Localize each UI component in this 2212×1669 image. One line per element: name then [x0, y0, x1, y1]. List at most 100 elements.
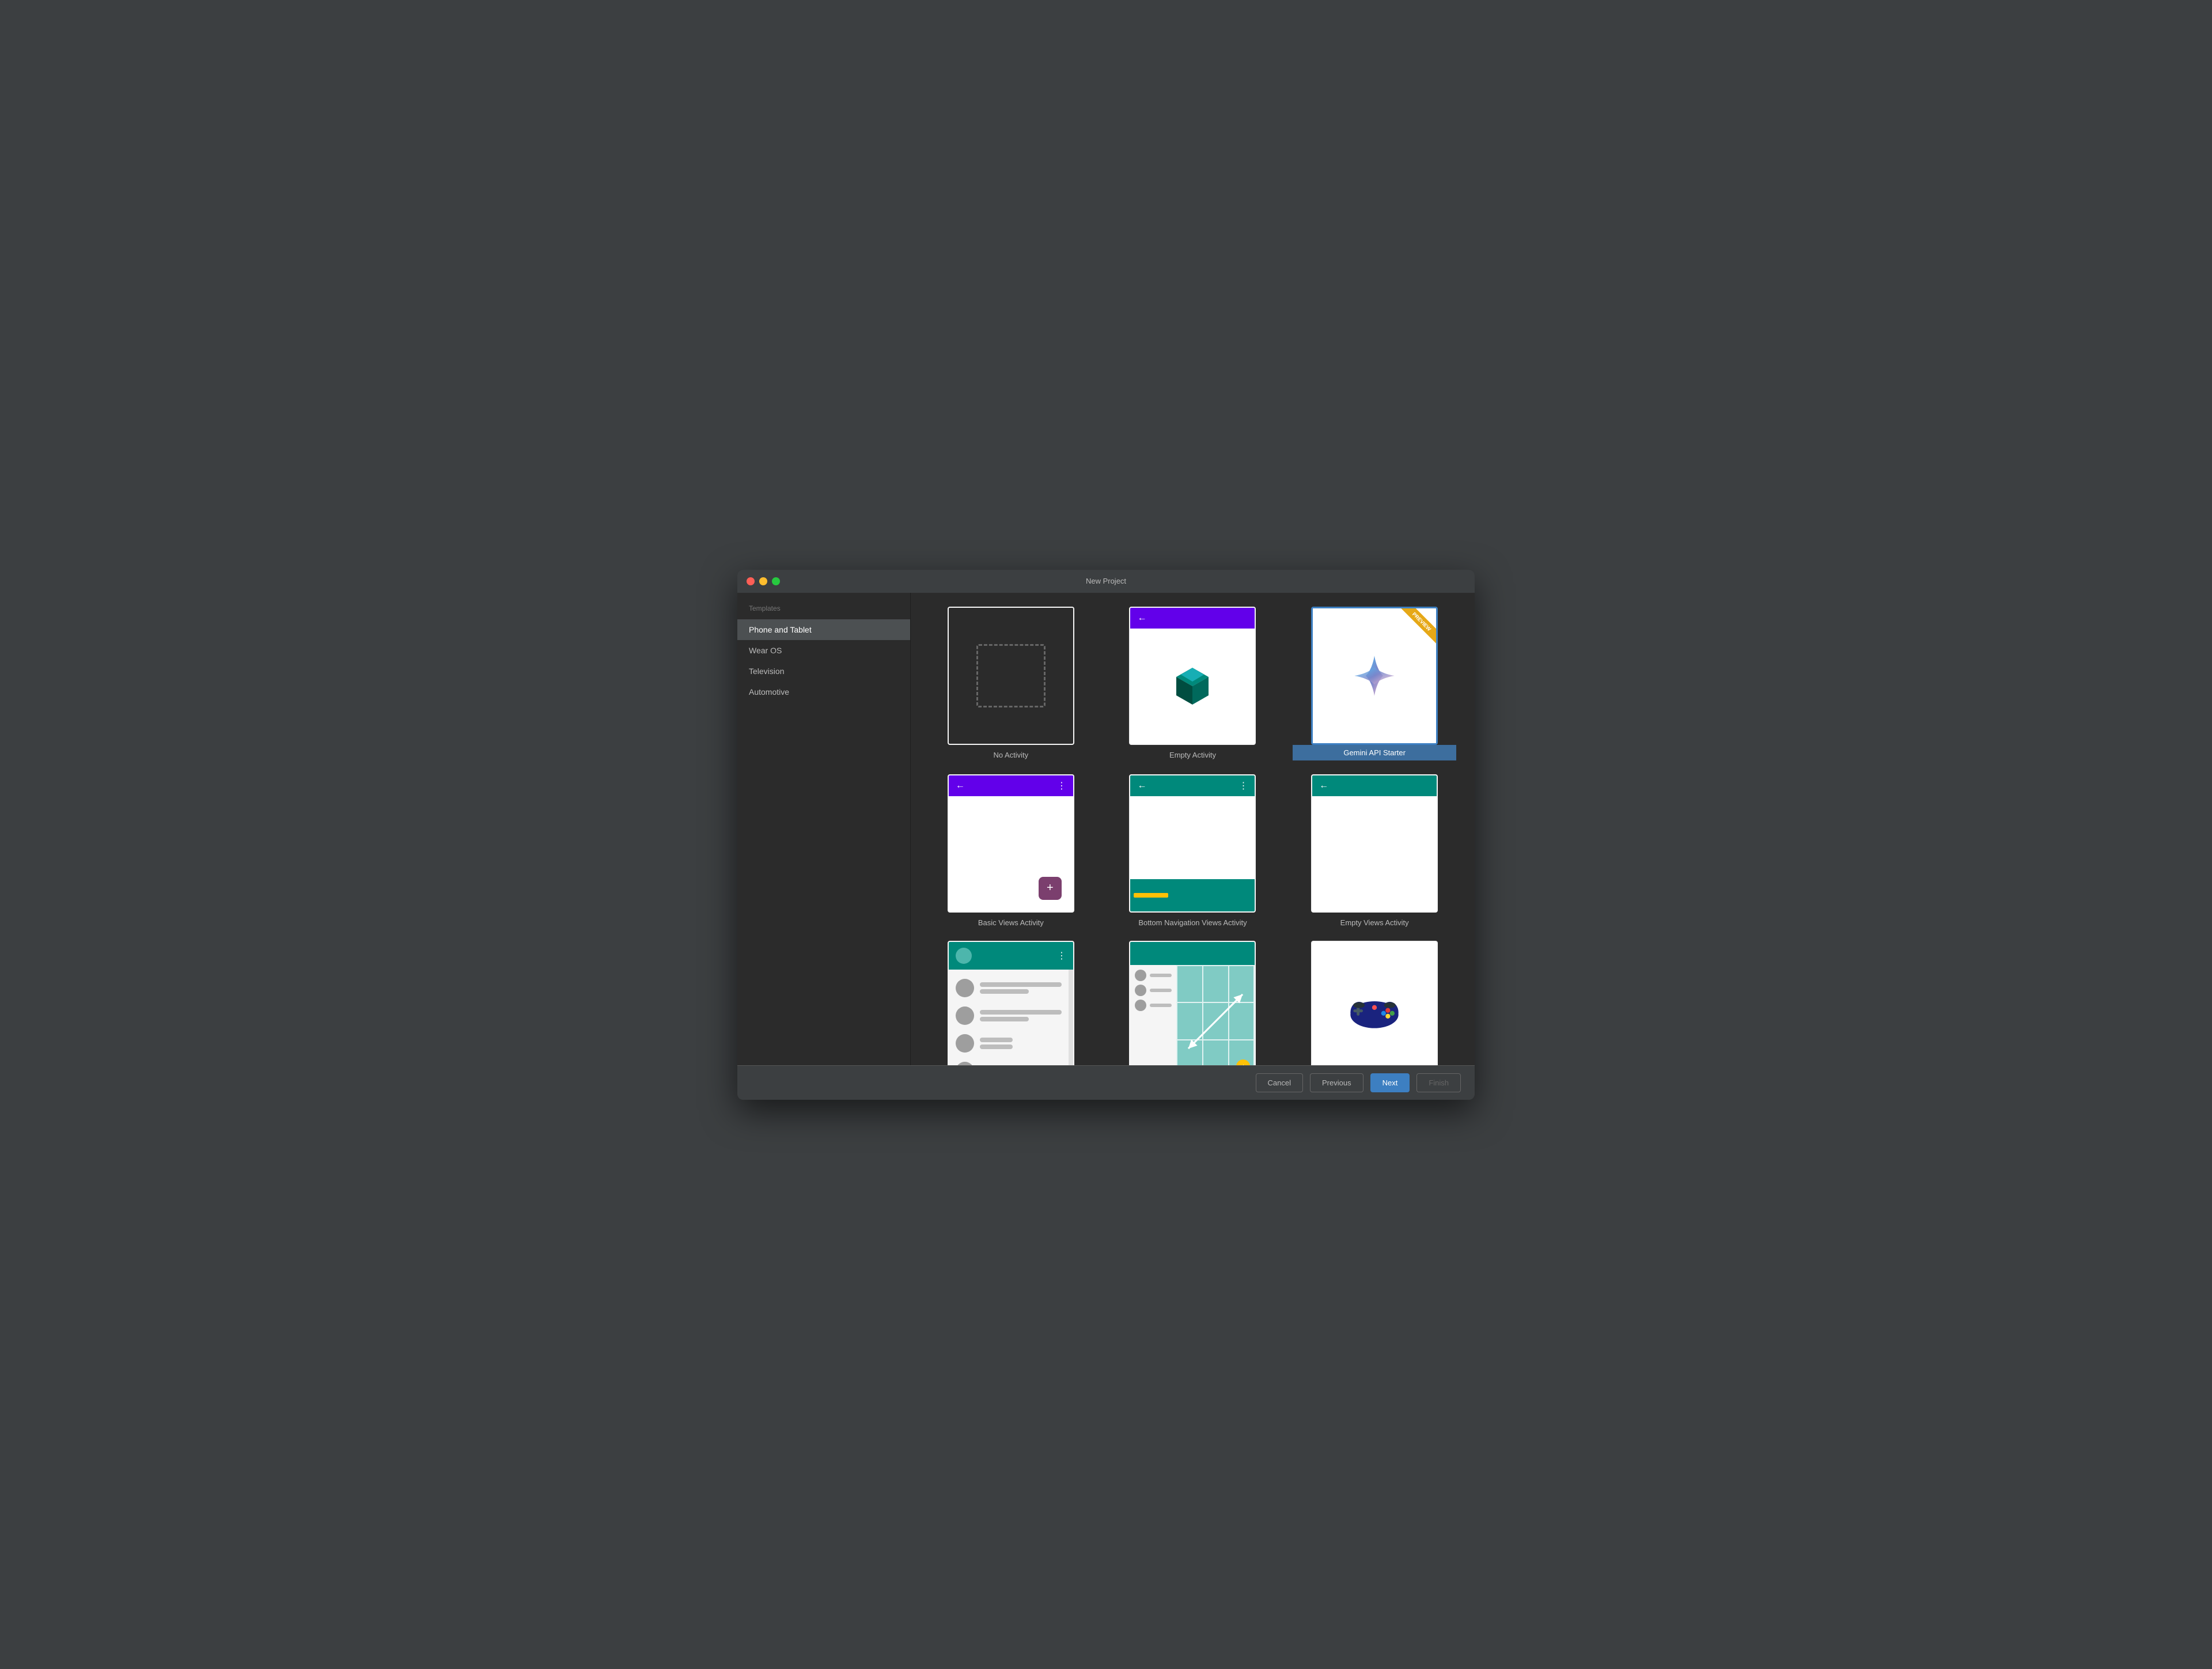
teal-top-bar	[1130, 942, 1255, 965]
settings-list-item-4	[953, 1057, 1064, 1065]
template-preview-empty-views: ←	[1311, 774, 1438, 913]
bottom-nav-item	[1130, 879, 1172, 911]
grid-left-item-2	[1135, 985, 1172, 996]
phone-topbar-empty-views: ←	[1312, 775, 1437, 796]
grid-body: +	[1130, 965, 1255, 1065]
text-line-shorter-2	[980, 1044, 1013, 1049]
phone-topbar-bottom-nav: ← ⋮	[1130, 775, 1255, 796]
settings-preview: ⋮	[949, 942, 1073, 1065]
selected-label-bar: Gemini API Starter	[1293, 745, 1456, 760]
bottom-nav-bar	[1130, 879, 1255, 911]
settings-list-item-1	[953, 974, 1064, 1002]
phone-preview-empty-views: ←	[1312, 775, 1437, 911]
no-activity-preview	[949, 608, 1073, 744]
minimize-button[interactable]	[759, 577, 767, 585]
template-label-basic-views: Basic Views Activity	[978, 918, 1044, 927]
main-window: New Project Templates Phone and Tablet W…	[737, 570, 1475, 1100]
template-preview-nav-drawer: ⋮	[948, 941, 1074, 1065]
template-label-empty-views: Empty Views Activity	[1340, 918, 1409, 927]
finish-button[interactable]: Finish	[1416, 1073, 1461, 1092]
next-button[interactable]: Next	[1370, 1073, 1410, 1092]
template-no-activity[interactable]: No Activity	[929, 607, 1093, 760]
phone-preview-empty: ←	[1130, 608, 1255, 744]
game-preview	[1312, 942, 1437, 1065]
back-arrow-basic-icon: ←	[956, 781, 965, 791]
template-nav-drawer[interactable]: ⋮	[929, 941, 1093, 1065]
templates-grid: No Activity ←	[911, 593, 1475, 1065]
settings-list-item-3	[953, 1030, 1064, 1057]
bottom-nav-item-2	[1172, 879, 1213, 911]
phone-preview-basic: ← ⋮ +	[949, 775, 1073, 911]
template-preview-empty-activity: ←	[1129, 607, 1256, 745]
footer: Cancel Previous Next Finish	[737, 1065, 1475, 1100]
settings-menu-icon: ⋮	[1057, 950, 1066, 962]
sidebar-label: Templates	[737, 602, 910, 619]
cancel-button[interactable]: Cancel	[1256, 1073, 1303, 1092]
window-buttons	[747, 577, 780, 585]
template-basic-views[interactable]: ← ⋮ + Basic Views Activity	[929, 774, 1093, 927]
sidebar-item-automotive[interactable]: Automotive	[737, 682, 910, 702]
preview-banner-text: PREVIEW	[1400, 608, 1436, 644]
avatar-1	[956, 979, 974, 997]
preview-banner: PREVIEW	[1396, 608, 1436, 649]
settings-list-item-2	[953, 1002, 1064, 1030]
settings-header: ⋮	[949, 942, 1073, 970]
dashed-rect	[976, 644, 1046, 707]
sidebar-item-phone-tablet[interactable]: Phone and Tablet	[737, 619, 910, 640]
phone-body-basic: +	[949, 796, 1073, 911]
gamepad-icon	[1346, 987, 1403, 1033]
template-empty-views[interactable]: ← Empty Views Activity	[1293, 774, 1456, 927]
gemini-star-icon	[1351, 653, 1397, 699]
back-arrow-empty-views-icon: ←	[1319, 781, 1328, 791]
back-arrow-bottom-nav-icon: ←	[1137, 781, 1146, 791]
sidebar-item-television[interactable]: Television	[737, 661, 910, 682]
text-lines-2	[980, 1010, 1062, 1021]
template-preview-game	[1311, 941, 1438, 1065]
sidebar-item-wear-os[interactable]: Wear OS	[737, 640, 910, 661]
text-line-short	[980, 989, 1029, 994]
maximize-button[interactable]	[772, 577, 780, 585]
grid-left-panel	[1130, 965, 1176, 1065]
text-line-2	[980, 1010, 1062, 1015]
fab-icon: +	[1039, 877, 1062, 900]
grid-left-item-3	[1135, 1000, 1172, 1011]
text-lines-1	[980, 982, 1062, 994]
text-line-short-2	[980, 1017, 1029, 1021]
grid-preview: +	[1130, 942, 1255, 1065]
phone-body-bottom-nav	[1130, 796, 1255, 879]
template-game-activity[interactable]: Game Activity	[1293, 941, 1456, 1065]
template-label-no-activity: No Activity	[993, 751, 1028, 759]
phone-body-empty	[1130, 629, 1255, 744]
template-gemini-api-starter[interactable]: PREVIEW Gemini API Starter	[1293, 607, 1456, 760]
grid-main-area: +	[1176, 965, 1255, 1065]
grid-left-item-1	[1135, 970, 1172, 981]
phone-body-empty-views	[1312, 796, 1437, 911]
phone-preview-bottom-nav: ← ⋮	[1130, 775, 1255, 911]
phone-topbar-basic: ← ⋮	[949, 775, 1073, 796]
text-line	[980, 982, 1062, 987]
nav-indicator	[1134, 893, 1168, 898]
titlebar: New Project	[737, 570, 1475, 593]
bottom-nav-item-3	[1213, 879, 1255, 911]
template-empty-activity[interactable]: ←	[1111, 607, 1275, 760]
template-label-bottom-nav: Bottom Navigation Views Activity	[1138, 918, 1247, 927]
text-lines-3	[980, 1038, 1062, 1049]
main-area: No Activity ←	[910, 593, 1475, 1065]
template-label-empty-activity: Empty Activity	[1169, 751, 1216, 759]
template-bottom-nav[interactable]: ← ⋮	[1111, 774, 1275, 927]
previous-button[interactable]: Previous	[1310, 1073, 1363, 1092]
menu-bottom-nav-icon: ⋮	[1238, 780, 1248, 792]
close-button[interactable]	[747, 577, 755, 585]
avatar-4	[956, 1062, 974, 1065]
template-preview-responsive: +	[1129, 941, 1256, 1065]
avatar-3	[956, 1034, 974, 1053]
template-responsive-views[interactable]: + Responsive Views Activity	[1111, 941, 1275, 1065]
template-preview-gemini: PREVIEW	[1311, 607, 1438, 745]
template-preview-basic-views: ← ⋮ +	[948, 774, 1074, 913]
back-arrow-icon: ←	[1137, 613, 1146, 623]
content-area: Templates Phone and Tablet Wear OS Telev…	[737, 593, 1475, 1065]
diagonal-arrow-icon	[1176, 965, 1255, 1065]
window-title: New Project	[1086, 577, 1126, 585]
template-preview-no-activity	[948, 607, 1074, 745]
text-line-shorter	[980, 1038, 1013, 1042]
